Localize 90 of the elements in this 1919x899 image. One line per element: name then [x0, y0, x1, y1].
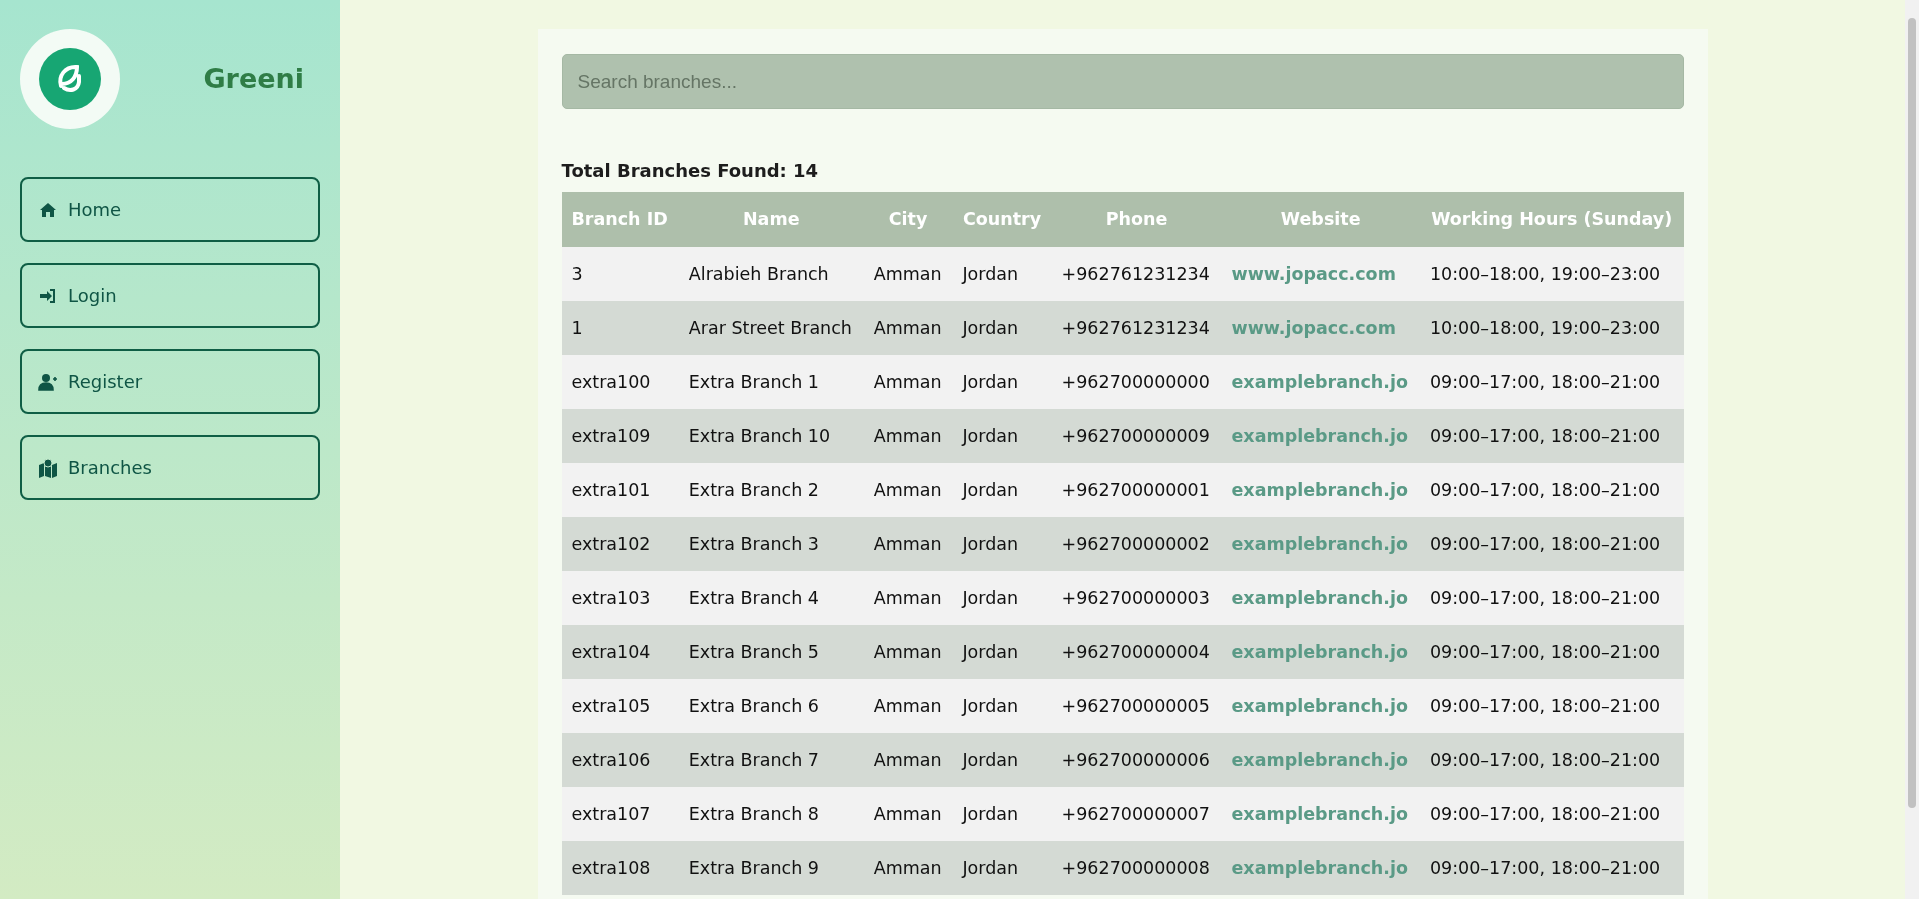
table-cell: Amman — [863, 463, 953, 517]
table-cell: Extra Branch 7 — [678, 733, 864, 787]
table-cell: Jordan — [952, 733, 1052, 787]
brand-name: Greeni — [203, 62, 304, 94]
table-cell: +962700000003 — [1051, 571, 1222, 625]
table-cell: extra102 — [561, 517, 679, 571]
nav-button[interactable]: Home — [20, 177, 320, 242]
table-cell: Amman — [863, 841, 953, 895]
table-cell: Extra Branch 6 — [678, 679, 864, 733]
table-cell: Amman — [863, 517, 953, 571]
table-cell: Amman — [863, 409, 953, 463]
table-cell: +962700000006 — [1051, 733, 1222, 787]
table-cell: +962700000007 — [1051, 787, 1222, 841]
table-cell: Jordan — [952, 625, 1052, 679]
column-header: Name — [678, 192, 864, 247]
table-cell: +962700000001 — [1051, 463, 1222, 517]
search-field[interactable]: Search branches... — [561, 54, 1684, 109]
table-cell: 09:00–17:00, 18:00–21:00 — [1419, 733, 1684, 787]
column-header: Working Hours (Sunday) — [1419, 192, 1684, 247]
table-cell: Jordan — [952, 301, 1052, 355]
column-header: Country — [952, 192, 1052, 247]
table-cell: +962761231234 — [1051, 301, 1222, 355]
table-cell: Arar Street Branch — [678, 301, 864, 355]
map-pin-icon — [38, 457, 58, 478]
table-cell: 10:00–18:00, 19:00–23:00 — [1419, 247, 1684, 301]
table-cell: Jordan — [952, 571, 1052, 625]
table-cell: extra101 — [561, 463, 679, 517]
table-cell: 09:00–17:00, 18:00–21:00 — [1419, 571, 1684, 625]
table-cell: Jordan — [952, 841, 1052, 895]
column-header: City — [863, 192, 953, 247]
table-cell: Jordan — [952, 355, 1052, 409]
scrollbar[interactable] — [1905, 0, 1919, 899]
table-cell: extra107 — [561, 787, 679, 841]
table-cell: 09:00–17:00, 18:00–21:00 — [1419, 841, 1684, 895]
table-cell: +962700000004 — [1051, 625, 1222, 679]
table-cell: +962700000000 — [1051, 355, 1222, 409]
table-cell: extra105 — [561, 679, 679, 733]
table-cell: Extra Branch 5 — [678, 625, 864, 679]
table-cell: Extra Branch 3 — [678, 517, 864, 571]
table-cell: Amman — [863, 679, 953, 733]
table-cell: +962700000005 — [1051, 679, 1222, 733]
table-cell: Amman — [863, 733, 953, 787]
table-cell: Extra Branch 4 — [678, 571, 864, 625]
table-cell: Extra Branch 8 — [678, 787, 864, 841]
table-cell: Jordan — [952, 517, 1052, 571]
table-cell: 09:00–17:00, 18:00–21:00 — [1419, 625, 1684, 679]
table-cell: extra100 — [561, 355, 679, 409]
table-cell: +962700000002 — [1051, 517, 1222, 571]
table-cell: 3 — [561, 247, 679, 301]
table-cell: +962700000008 — [1051, 841, 1222, 895]
nav-button[interactable]: Login — [20, 263, 320, 328]
column-header: Website — [1221, 192, 1420, 247]
table-cell: 09:00–17:00, 18:00–21:00 — [1419, 679, 1684, 733]
nav-button[interactable]: Branches — [20, 435, 320, 500]
table-cell: Jordan — [952, 787, 1052, 841]
table-cell: 09:00–17:00, 18:00–21:00 — [1419, 787, 1684, 841]
table-cell: +962761231234 — [1051, 247, 1222, 301]
table-cell: Jordan — [952, 679, 1052, 733]
table-cell: Amman — [863, 247, 953, 301]
table-cell: Amman — [863, 355, 953, 409]
table-cell: Extra Branch 1 — [678, 355, 864, 409]
table-cell: 09:00–17:00, 18:00–21:00 — [1419, 517, 1684, 571]
column-header: Branch ID — [561, 192, 679, 247]
table-cell: Amman — [863, 787, 953, 841]
table-cell: Amman — [863, 301, 953, 355]
table-cell: Extra Branch 9 — [678, 841, 864, 895]
user-plus-icon — [38, 371, 58, 392]
table-cell: 09:00–17:00, 18:00–21:00 — [1419, 355, 1684, 409]
table-cell: Extra Branch 2 — [678, 463, 864, 517]
column-header: Phone — [1051, 192, 1222, 247]
table-cell: extra103 — [561, 571, 679, 625]
total-count: Total Branches Found: 14 — [561, 159, 820, 183]
table-cell: Alrabieh Branch — [678, 247, 864, 301]
table-cell: 09:00–17:00, 18:00–21:00 — [1419, 463, 1684, 517]
table-cell: 10:00–18:00, 19:00–23:00 — [1419, 301, 1684, 355]
nav-button[interactable]: Register — [20, 349, 320, 414]
table-cell: extra104 — [561, 625, 679, 679]
table-cell: Amman — [863, 571, 953, 625]
table-cell: 09:00–17:00, 18:00–21:00 — [1419, 409, 1684, 463]
table-cell: Amman — [863, 625, 953, 679]
table-cell: extra109 — [561, 409, 679, 463]
table-cell: extra108 — [561, 841, 679, 895]
table-cell: +962700000009 — [1051, 409, 1222, 463]
table-cell: 1 — [561, 301, 679, 355]
table-cell: Extra Branch 10 — [678, 409, 864, 463]
scrollbar-thumb[interactable] — [1908, 18, 1916, 808]
table-cell: Jordan — [952, 247, 1052, 301]
table-cell: extra106 — [561, 733, 679, 787]
table-cell: Jordan — [952, 409, 1052, 463]
table-cell: Jordan — [952, 463, 1052, 517]
